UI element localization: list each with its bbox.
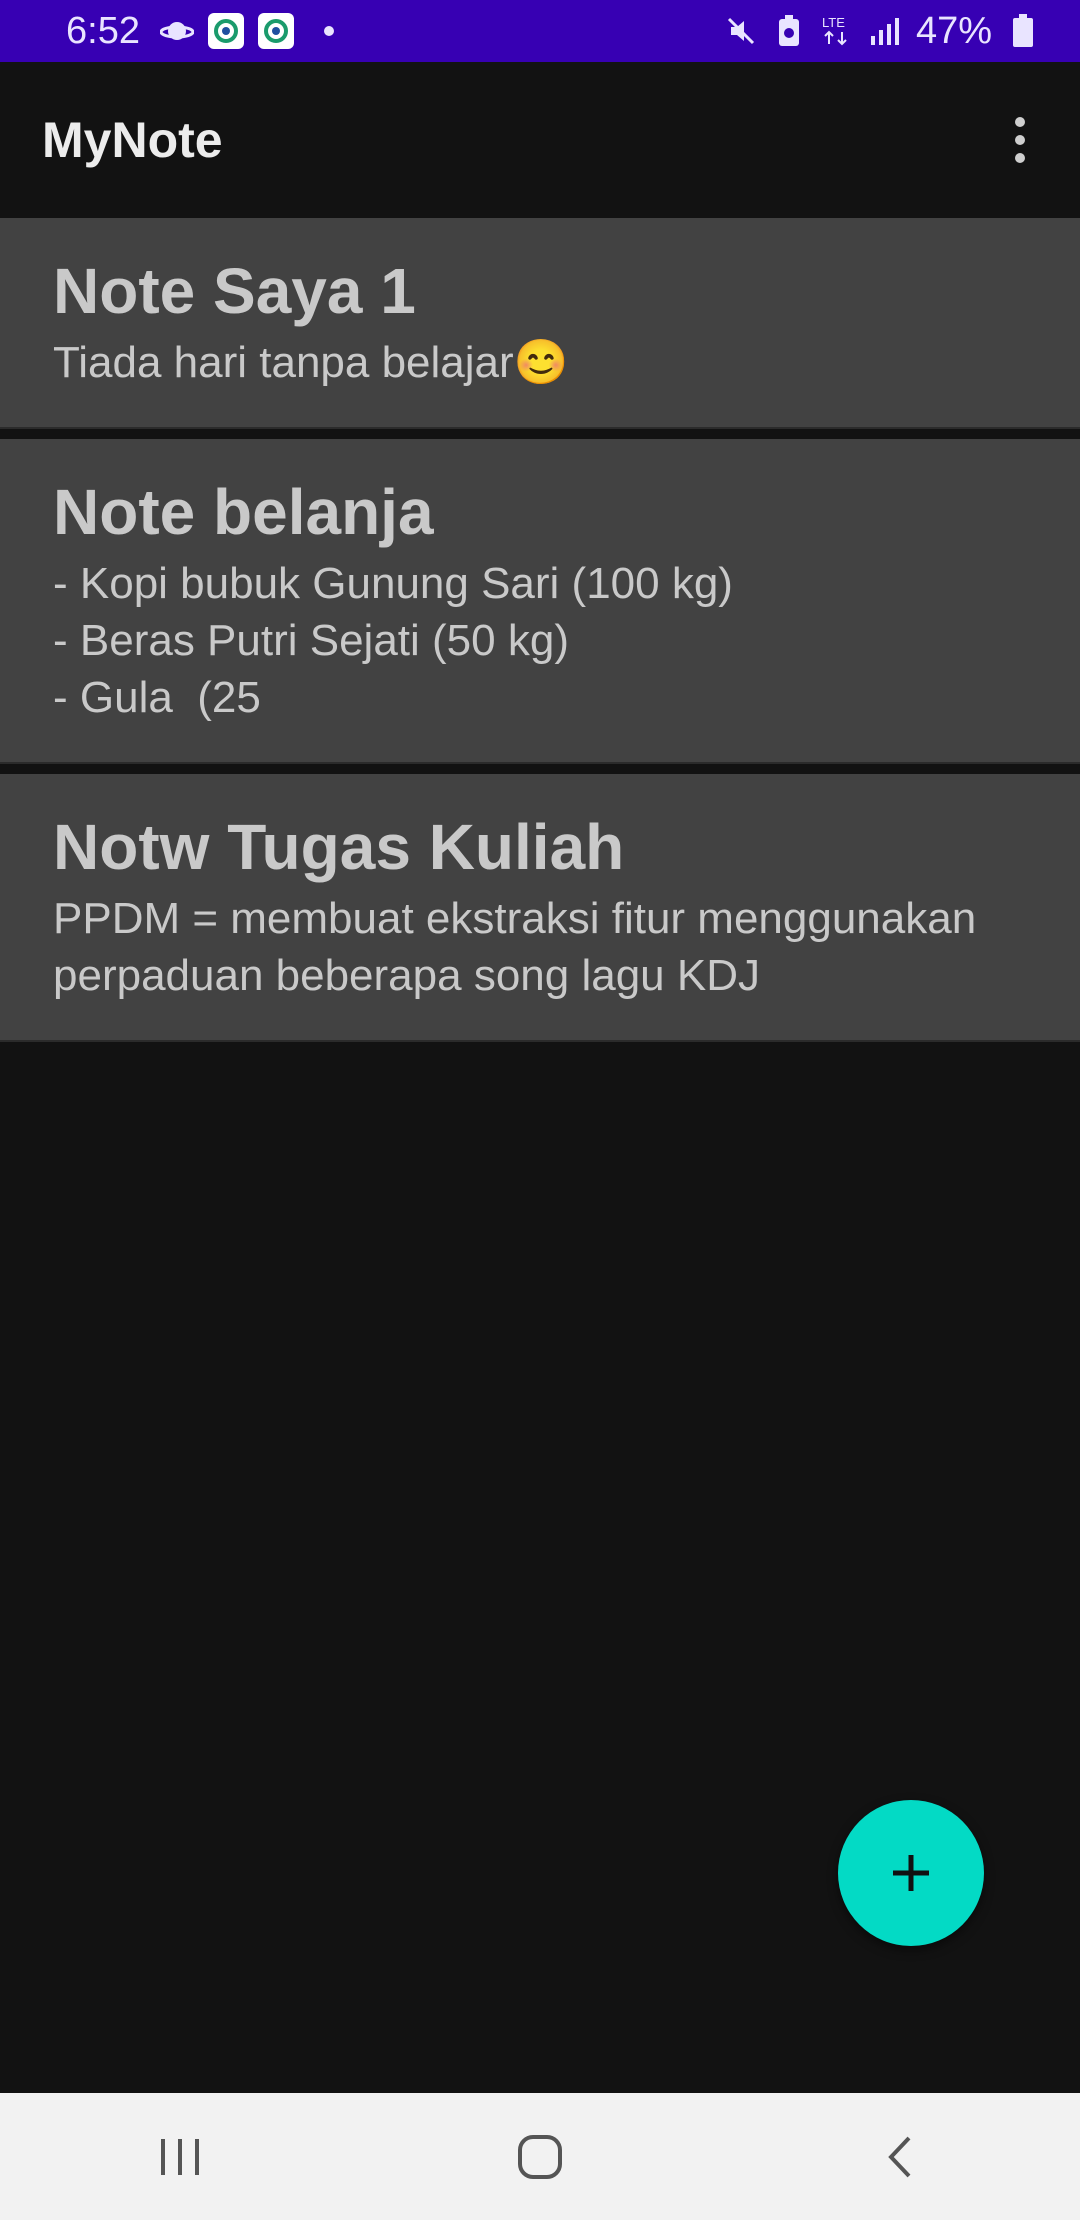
note-body: Tiada hari tanpa belajar😊 bbox=[53, 338, 569, 387]
app-title: MyNote bbox=[42, 112, 223, 168]
note-body: - Kopi bubuk Gunung Sari (100 kg) - Bera… bbox=[53, 559, 733, 722]
note-card[interactable]: Note Saya 1 Tiada hari tanpa belajar😊 bbox=[0, 218, 1080, 429]
note-card[interactable]: Notw Tugas Kuliah PPDM = membuat ekstrak… bbox=[0, 774, 1080, 1042]
status-time: 6:52 bbox=[66, 9, 140, 52]
saturn-icon bbox=[159, 14, 194, 48]
back-icon bbox=[888, 2136, 911, 2177]
status-bar: 6:52 LTE 47% bbox=[0, 0, 1080, 62]
battery-percent: 47% bbox=[915, 9, 992, 52]
note-title: Note belanja bbox=[53, 476, 434, 548]
add-note-button[interactable] bbox=[838, 1800, 984, 1946]
home-icon bbox=[518, 2134, 562, 2179]
note-list: Note Saya 1 Tiada hari tanpa belajar😊 No… bbox=[0, 218, 1080, 1052]
status-right: LTE 47% bbox=[724, 10, 1040, 53]
dot-icon bbox=[323, 26, 334, 36]
note-title: Notw Tugas Kuliah bbox=[53, 811, 625, 883]
status-left: 6:52 bbox=[66, 10, 334, 53]
recents-icon bbox=[161, 2138, 199, 2175]
app-notification-icon bbox=[257, 13, 294, 49]
svg-text:LTE: LTE bbox=[822, 15, 845, 30]
mute-icon bbox=[724, 14, 758, 48]
recents-button[interactable] bbox=[120, 2107, 240, 2207]
signal-icon bbox=[868, 14, 902, 48]
battery-icon bbox=[1006, 14, 1040, 48]
lte-icon: LTE bbox=[820, 14, 854, 48]
app-notification-icon bbox=[207, 13, 244, 49]
back-button[interactable] bbox=[840, 2107, 960, 2207]
more-options-button[interactable] bbox=[990, 100, 1050, 180]
note-card[interactable]: Note belanja - Kopi bubuk Gunung Sari (1… bbox=[0, 439, 1080, 764]
note-title: Note Saya 1 bbox=[53, 255, 416, 327]
plus-icon bbox=[893, 1855, 929, 1891]
system-nav-bar bbox=[0, 2093, 1080, 2220]
app-bar: MyNote bbox=[0, 62, 1080, 218]
battery-saver-icon bbox=[772, 14, 806, 48]
more-vert-icon bbox=[1015, 117, 1025, 127]
note-body: PPDM = membuat ekstraksi fitur menggunak… bbox=[53, 894, 989, 1000]
home-button[interactable] bbox=[480, 2107, 600, 2207]
